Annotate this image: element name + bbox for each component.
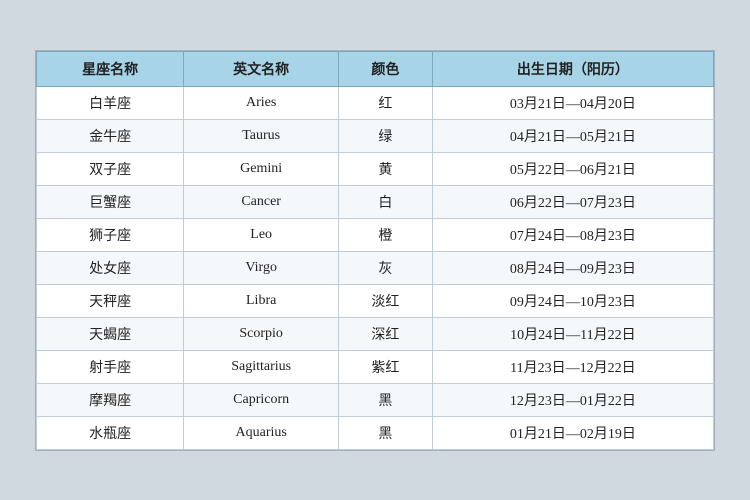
table-row: 天蝎座Scorpio深红10月24日—11月22日 — [37, 317, 714, 350]
cell-dates: 11月23日—12月22日 — [432, 350, 713, 383]
cell-chinese: 白羊座 — [37, 86, 184, 119]
cell-dates: 07月24日—08月23日 — [432, 218, 713, 251]
cell-color: 淡红 — [339, 284, 433, 317]
cell-dates: 01月21日—02月19日 — [432, 416, 713, 449]
table-row: 处女座Virgo灰08月24日—09月23日 — [37, 251, 714, 284]
cell-english: Scorpio — [184, 317, 339, 350]
cell-dates: 10月24日—11月22日 — [432, 317, 713, 350]
cell-color: 紫红 — [339, 350, 433, 383]
cell-chinese: 处女座 — [37, 251, 184, 284]
cell-english: Cancer — [184, 185, 339, 218]
col-header-color: 颜色 — [339, 51, 433, 86]
cell-dates: 12月23日—01月22日 — [432, 383, 713, 416]
cell-chinese: 摩羯座 — [37, 383, 184, 416]
table-row: 水瓶座Aquarius黑01月21日—02月19日 — [37, 416, 714, 449]
cell-english: Virgo — [184, 251, 339, 284]
cell-chinese: 金牛座 — [37, 119, 184, 152]
cell-english: Gemini — [184, 152, 339, 185]
cell-color: 黑 — [339, 416, 433, 449]
cell-english: Aries — [184, 86, 339, 119]
table-row: 射手座Sagittarius紫红11月23日—12月22日 — [37, 350, 714, 383]
cell-chinese: 天秤座 — [37, 284, 184, 317]
table-row: 摩羯座Capricorn黑12月23日—01月22日 — [37, 383, 714, 416]
cell-english: Sagittarius — [184, 350, 339, 383]
cell-english: Libra — [184, 284, 339, 317]
cell-dates: 06月22日—07月23日 — [432, 185, 713, 218]
cell-chinese: 射手座 — [37, 350, 184, 383]
table-header-row: 星座名称 英文名称 颜色 出生日期（阳历） — [37, 51, 714, 86]
col-header-chinese: 星座名称 — [37, 51, 184, 86]
cell-chinese: 巨蟹座 — [37, 185, 184, 218]
cell-color: 黑 — [339, 383, 433, 416]
table-row: 白羊座Aries红03月21日—04月20日 — [37, 86, 714, 119]
cell-dates: 09月24日—10月23日 — [432, 284, 713, 317]
zodiac-table: 星座名称 英文名称 颜色 出生日期（阳历） 白羊座Aries红03月21日—04… — [36, 51, 714, 450]
cell-chinese: 狮子座 — [37, 218, 184, 251]
cell-color: 绿 — [339, 119, 433, 152]
cell-english: Capricorn — [184, 383, 339, 416]
cell-dates: 03月21日—04月20日 — [432, 86, 713, 119]
table-row: 双子座Gemini黄05月22日—06月21日 — [37, 152, 714, 185]
cell-chinese: 天蝎座 — [37, 317, 184, 350]
cell-dates: 05月22日—06月21日 — [432, 152, 713, 185]
cell-dates: 08月24日—09月23日 — [432, 251, 713, 284]
cell-english: Aquarius — [184, 416, 339, 449]
col-header-english: 英文名称 — [184, 51, 339, 86]
cell-color: 白 — [339, 185, 433, 218]
cell-chinese: 水瓶座 — [37, 416, 184, 449]
cell-english: Leo — [184, 218, 339, 251]
cell-color: 灰 — [339, 251, 433, 284]
table-row: 天秤座Libra淡红09月24日—10月23日 — [37, 284, 714, 317]
cell-color: 橙 — [339, 218, 433, 251]
cell-color: 红 — [339, 86, 433, 119]
zodiac-table-container: 星座名称 英文名称 颜色 出生日期（阳历） 白羊座Aries红03月21日—04… — [35, 50, 715, 451]
cell-color: 深红 — [339, 317, 433, 350]
cell-color: 黄 — [339, 152, 433, 185]
cell-dates: 04月21日—05月21日 — [432, 119, 713, 152]
table-body: 白羊座Aries红03月21日—04月20日金牛座Taurus绿04月21日—0… — [37, 86, 714, 449]
table-row: 金牛座Taurus绿04月21日—05月21日 — [37, 119, 714, 152]
cell-chinese: 双子座 — [37, 152, 184, 185]
table-row: 狮子座Leo橙07月24日—08月23日 — [37, 218, 714, 251]
table-row: 巨蟹座Cancer白06月22日—07月23日 — [37, 185, 714, 218]
col-header-dates: 出生日期（阳历） — [432, 51, 713, 86]
cell-english: Taurus — [184, 119, 339, 152]
